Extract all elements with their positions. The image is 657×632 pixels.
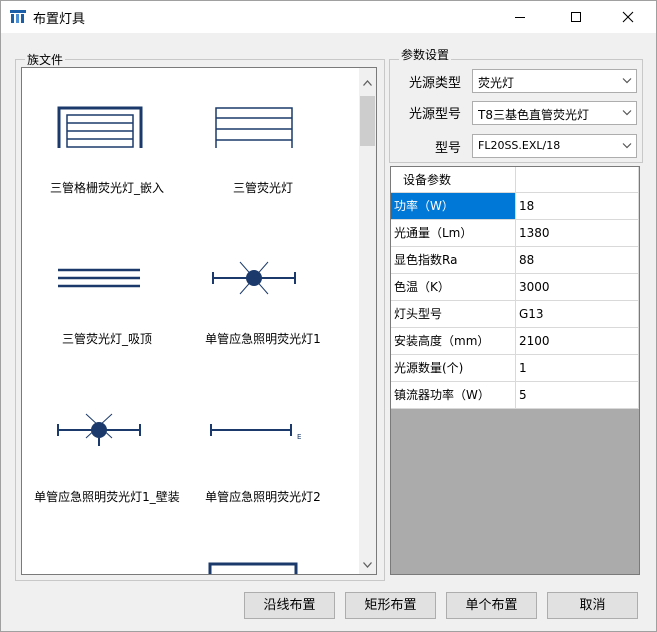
chevron-down-icon [622, 143, 632, 149]
params-group-legend: 参数设置 [399, 46, 452, 63]
scroll-up-button[interactable] [359, 74, 376, 91]
partial-fixture-icon [208, 562, 298, 574]
family-item-three-line[interactable]: 三管荧光灯_吸顶 [22, 254, 192, 354]
grid-cell-value[interactable]: 18 [516, 193, 639, 220]
model-select[interactable]: FL20SS.EXL/18 [472, 134, 637, 158]
grid-header-value [516, 167, 639, 193]
emergency-star-icon [212, 261, 296, 295]
title-bar[interactable]: 布置灯具 [1, 1, 656, 33]
maximize-icon [571, 12, 581, 22]
grid-cell-value[interactable]: 5 [516, 382, 639, 409]
three-line-icon [58, 268, 140, 288]
grid-cell-name[interactable]: 镇流器功率（W） [391, 382, 516, 409]
chevron-down-icon [622, 110, 632, 116]
family-item-label: 单管应急照明荧光灯1 [205, 332, 321, 346]
family-item-label: 三管荧光灯 [232, 181, 293, 195]
along-line-button[interactable]: 沿线布置 [244, 592, 335, 619]
family-list-scrollbar[interactable] [359, 68, 376, 574]
emergency-e-icon: E [210, 424, 301, 441]
family-item-three-tube[interactable]: 三管荧光灯 [178, 68, 348, 208]
grid-cell-name[interactable]: 显色指数Ra [391, 247, 516, 274]
light-source-model-value: T8三基色直管荧光灯 [478, 108, 589, 122]
grid-header-name: 设备参数 [391, 167, 516, 193]
grid-cell-value[interactable]: 88 [516, 247, 639, 274]
minimize-button[interactable] [497, 1, 543, 33]
table-row[interactable]: 灯头型号 G13 [391, 301, 639, 328]
minimize-icon [515, 17, 525, 18]
table-row[interactable]: 功率（W） 18 [391, 193, 639, 220]
grid-cell-value[interactable]: 1380 [516, 220, 639, 247]
grid-cell-name[interactable]: 灯头型号 [391, 301, 516, 328]
table-row[interactable]: 镇流器功率（W） 5 [391, 382, 639, 409]
grid-cell-value[interactable]: G13 [516, 301, 639, 328]
grid-cell-value[interactable]: 3000 [516, 274, 639, 301]
cancel-button[interactable]: 取消 [547, 592, 638, 619]
three-tube-icon [215, 107, 293, 148]
close-icon [622, 11, 634, 23]
scroll-down-button[interactable] [359, 556, 376, 573]
family-item-label: 三管格栅荧光灯_嵌入 [49, 181, 164, 195]
grille-3-tube-icon [57, 106, 143, 148]
grid-cell-value[interactable]: 1 [516, 355, 639, 382]
chevron-down-icon [622, 78, 632, 84]
table-row[interactable]: 色温（K） 3000 [391, 274, 639, 301]
grid-cell-name[interactable]: 光源数量(个) [391, 355, 516, 382]
family-item-grille[interactable]: 三管格栅荧光灯_嵌入 [22, 68, 192, 208]
grid-cell-value[interactable]: 2100 [516, 328, 639, 355]
table-row[interactable]: 光源数量(个) 1 [391, 355, 639, 382]
family-item-label: 三管荧光灯_吸顶 [61, 332, 152, 346]
dialog-window: 布置灯具 族文件 三管格栅荧光灯_嵌入 三管荧光灯 三管荧光灯_吸顶 单管应急照… [0, 0, 657, 632]
light-source-type-select[interactable]: 荧光灯 [472, 69, 637, 93]
grid-cell-name[interactable]: 安装高度（mm） [391, 328, 516, 355]
family-item-label: 单管应急照明荧光灯2 [205, 490, 321, 504]
family-list[interactable]: 三管格栅荧光灯_嵌入 三管荧光灯 三管荧光灯_吸顶 单管应急照明荧光灯1 单管应… [21, 67, 377, 575]
grid-cell-name[interactable]: 色温（K） [391, 274, 516, 301]
table-row[interactable]: 光通量（Lm） 1380 [391, 220, 639, 247]
light-source-type-value: 荧光灯 [478, 76, 515, 90]
chevron-down-icon [363, 561, 372, 568]
grid-header-row: 设备参数 [391, 167, 639, 194]
grid-cell-name[interactable]: 光通量（Lm） [391, 220, 516, 247]
family-item-emergency-wall[interactable]: 单管应急照明荧光灯1_壁装 [22, 410, 192, 530]
single-layout-button[interactable]: 单个布置 [446, 592, 537, 619]
model-value: FL20SS.EXL/18 [478, 139, 561, 152]
light-source-model-label: 光源型号 [408, 107, 461, 122]
table-row[interactable]: 安装高度（mm） 2100 [391, 328, 639, 355]
model-label: 型号 [434, 141, 461, 156]
app-logo-icon [10, 10, 26, 23]
grid-cell-name[interactable]: 功率（W） [391, 193, 516, 220]
chevron-up-icon [363, 79, 372, 86]
table-row[interactable]: 显色指数Ra 88 [391, 247, 639, 274]
family-group-legend: 族文件 [25, 51, 66, 68]
rectangle-layout-button[interactable]: 矩形布置 [345, 592, 436, 619]
emergency-symbol: E [297, 433, 301, 441]
light-source-model-select[interactable]: T8三基色直管荧光灯 [472, 101, 637, 125]
close-button[interactable] [605, 1, 651, 33]
emergency-wall-icon [57, 413, 141, 446]
family-item-emergency-2[interactable]: E 单管应急照明荧光灯2 [178, 410, 348, 510]
scroll-thumb[interactable] [360, 96, 375, 146]
maximize-button[interactable] [553, 1, 599, 33]
family-item-label: 单管应急照明荧光灯1_壁装 [34, 490, 180, 504]
device-params-grid[interactable]: 设备参数 功率（W） 18 光通量（Lm） 1380 显色指数Ra 88 色温（… [390, 166, 640, 575]
light-source-type-label: 光源类型 [408, 76, 461, 91]
window-title: 布置灯具 [33, 12, 86, 27]
family-item-emergency-1[interactable]: 单管应急照明荧光灯1 [178, 254, 348, 354]
